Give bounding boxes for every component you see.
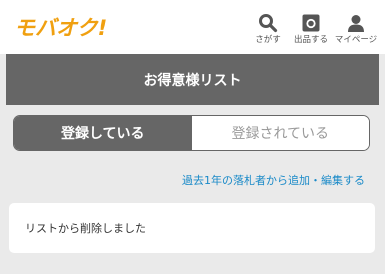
user-icon	[332, 12, 380, 34]
search-icon	[245, 12, 291, 34]
nav-sell-label: 出品する	[293, 35, 328, 45]
status-message-text: リストから削除しました	[25, 222, 146, 235]
top-header: モバオク! さがす 出品する マイページ	[0, 0, 385, 54]
app-root: モバオク! さがす 出品する マイページ お得意様リスト 登録している 登録され…	[0, 0, 385, 274]
nav-sell-button[interactable]: 出品する	[288, 12, 334, 45]
site-logo[interactable]: モバオク!	[14, 12, 107, 42]
tab-registered-me[interactable]: 登録されている	[191, 116, 369, 150]
add-from-winners-link[interactable]: 過去1年の落札者から追加・編集する	[182, 172, 365, 188]
nav-mypage-button[interactable]: マイページ	[332, 12, 380, 45]
page-title: お得意様リスト	[6, 54, 379, 105]
tab-registered-by-me[interactable]: 登録している	[14, 116, 192, 150]
nav-search-button[interactable]: さがす	[245, 12, 291, 45]
nav-search-label: さがす	[255, 35, 281, 45]
list-type-tabs: 登録している 登録されている	[13, 115, 370, 151]
nav-mypage-label: マイページ	[334, 35, 378, 45]
camera-icon	[288, 12, 334, 34]
status-message-card: リストから削除しました	[9, 203, 375, 253]
